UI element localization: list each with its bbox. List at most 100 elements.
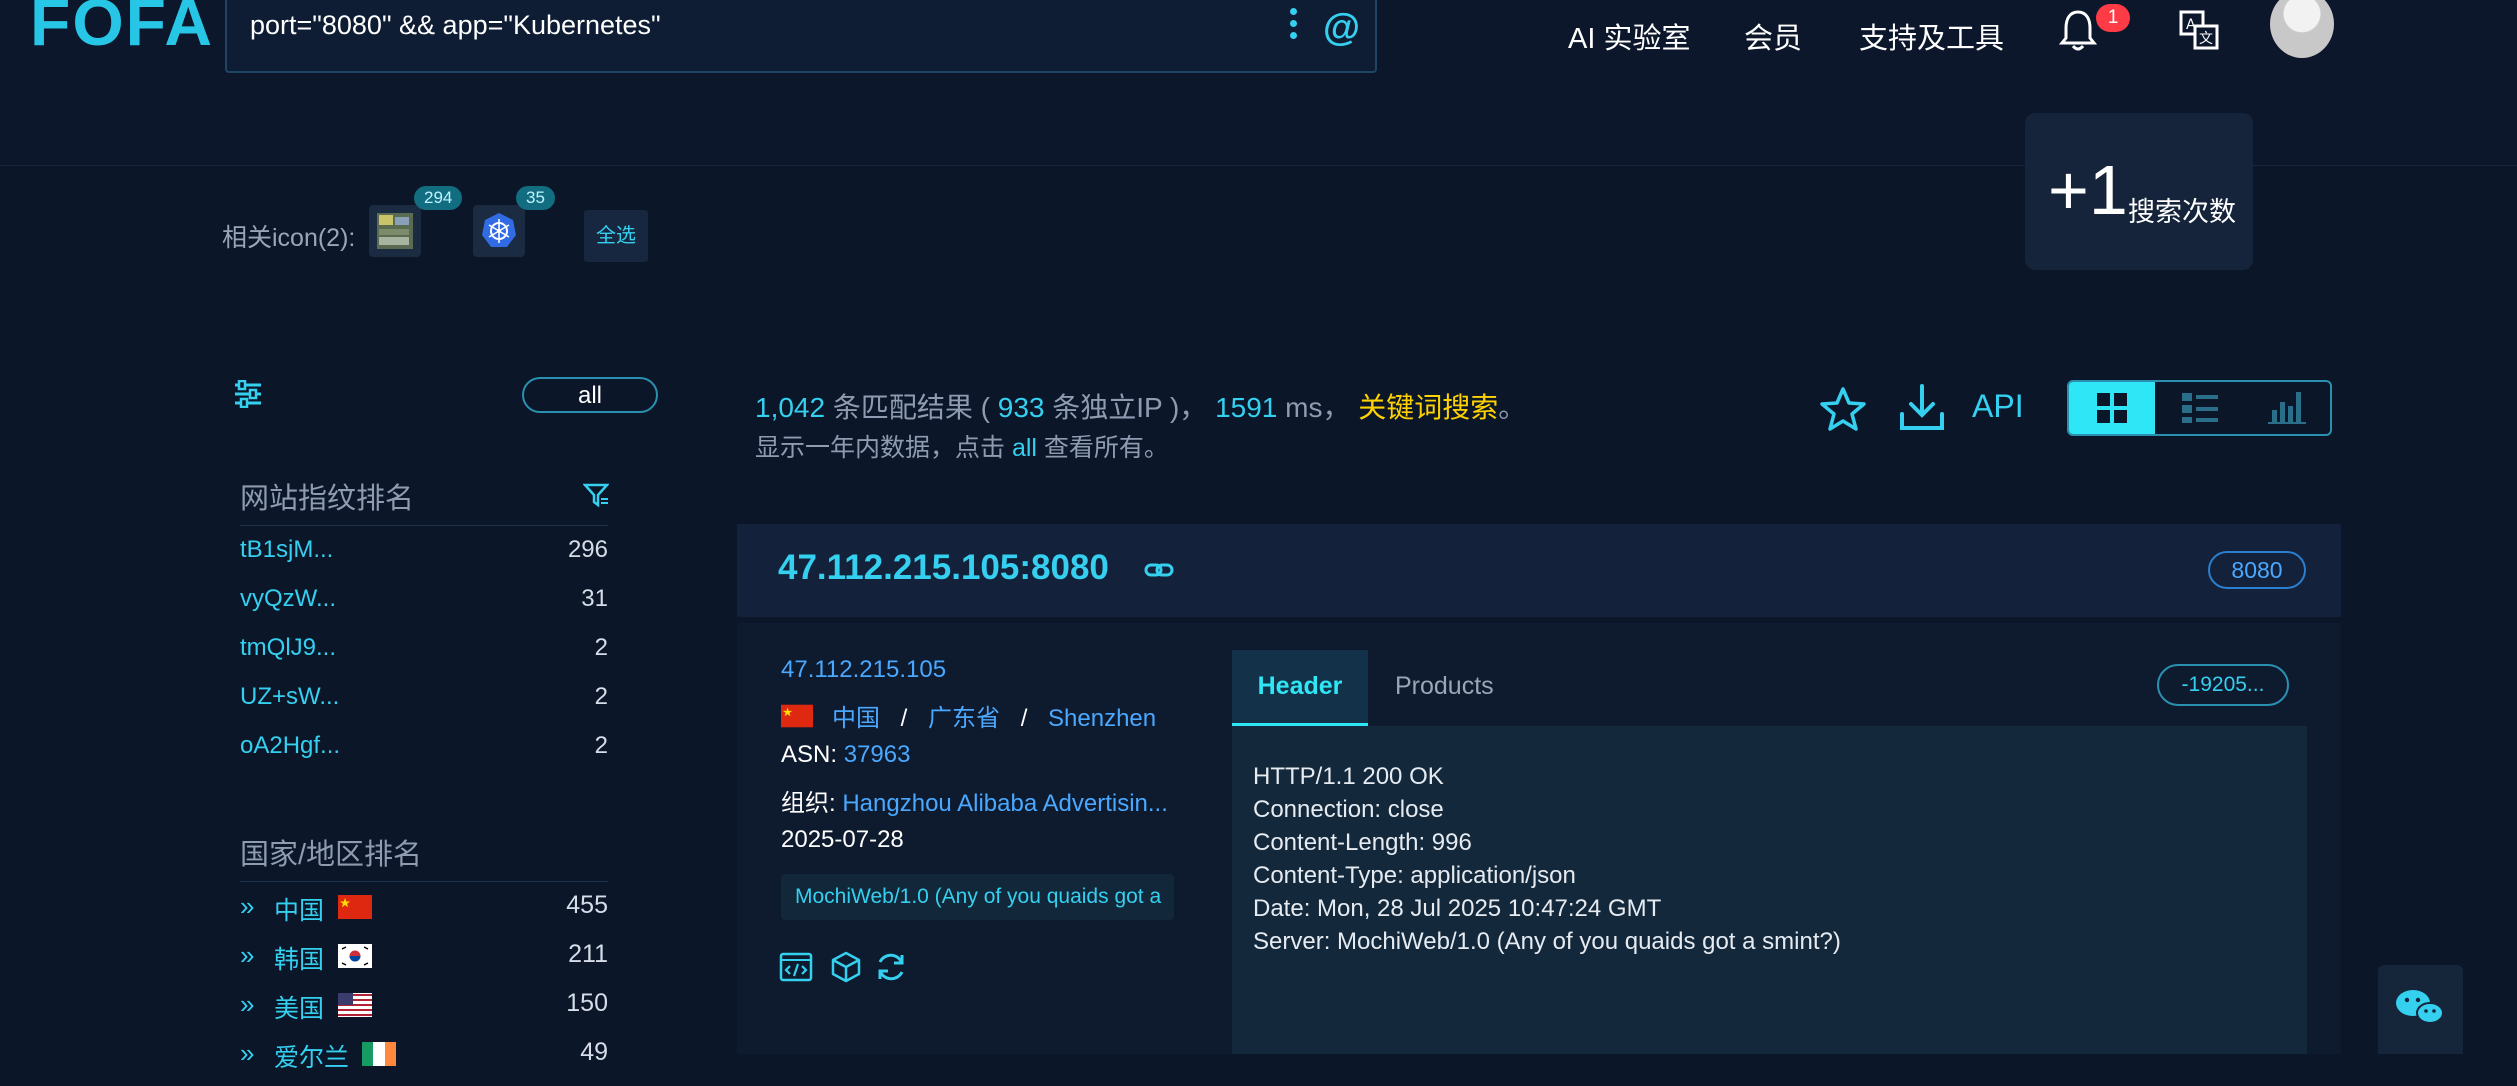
cube-icon[interactable] [829, 950, 863, 984]
header-line: HTTP/1.1 200 OK [1253, 763, 1444, 790]
search-mode-icon[interactable]: @ [1323, 8, 1360, 48]
fingerprint-count: 2 [594, 732, 608, 759]
header-line: Server: MochiWeb/1.0 (Any of you quaids … [1253, 928, 1841, 955]
fingerprint-row[interactable]: UZ+sW... 2 [240, 683, 608, 731]
country-name[interactable]: 中国 [274, 891, 324, 927]
tab-header[interactable]: Header [1232, 650, 1368, 726]
translate-icon[interactable]: A 文 [2179, 10, 2219, 50]
icon-count-badge: 294 [414, 186, 463, 210]
stats-view-icon[interactable] [2268, 388, 2308, 426]
separator: / [900, 705, 908, 732]
korea-flag-icon [338, 944, 372, 968]
port-badge[interactable]: 8080 [2208, 551, 2306, 589]
country-name[interactable]: 韩国 [274, 940, 324, 976]
country-count: 211 [568, 940, 608, 968]
fingerprint-count: 2 [594, 634, 608, 661]
location-line: 中国 / 广东省 / Shenzhen [832, 698, 1156, 733]
ireland-flag-icon [362, 1042, 396, 1066]
query-time: 1591 [1215, 392, 1278, 423]
result-ip-link[interactable]: 47.112.215.105 [781, 656, 946, 684]
data-range-note: 显示一年内数据，点击 all 查看所有。 [755, 428, 1169, 464]
fingerprint-row[interactable]: vyQzW... 31 [240, 585, 608, 633]
svg-text:文: 文 [2199, 31, 2213, 47]
fingerprint-name[interactable]: tB1sjM... [240, 536, 333, 564]
show-all-link[interactable]: all [1012, 434, 1037, 462]
country-row[interactable]: » 爱尔兰 49 [240, 1038, 608, 1086]
favicon-thumbnail-1[interactable] [369, 205, 421, 257]
country-link[interactable]: 中国 [832, 705, 880, 732]
code-icon[interactable] [779, 950, 813, 984]
grid-view-button[interactable] [2069, 382, 2155, 434]
server-tag[interactable]: MochiWeb/1.0 (Any of you quaids got a [781, 874, 1174, 920]
usa-flag-icon [338, 993, 372, 1017]
country-name[interactable]: 美国 [274, 989, 324, 1025]
fingerprint-row[interactable]: tmQlJ9... 2 [240, 634, 608, 682]
download-icon[interactable] [1898, 382, 1946, 434]
more-options-icon[interactable] [1290, 8, 1298, 44]
wechat-button[interactable] [2378, 965, 2463, 1054]
header-line: Date: Mon, 28 Jul 2025 10:47:24 GMT [1253, 895, 1662, 922]
asn-link[interactable]: 37963 [844, 741, 911, 768]
country-row[interactable]: » 韩国 211 [240, 940, 608, 988]
expand-chevron-icon[interactable]: » [240, 989, 254, 1020]
fingerprint-name[interactable]: UZ+sW... [240, 683, 339, 711]
refresh-icon[interactable] [874, 950, 908, 984]
country-count: 49 [580, 1038, 608, 1066]
keyword-search-link[interactable]: 关键词搜索 [1358, 392, 1498, 423]
tab-products[interactable]: Products [1395, 650, 1494, 722]
kubernetes-icon [482, 213, 516, 247]
svg-text:A: A [2186, 17, 2196, 33]
header-line: Connection: close [1253, 796, 1444, 823]
search-count-label: 搜索次数 [2128, 197, 2236, 227]
grid-view-icon [2097, 393, 2127, 423]
result-host-link[interactable]: 47.112.215.105:8080 [778, 548, 1109, 588]
link-icon[interactable] [1143, 558, 1175, 582]
icon-count-badge: 35 [516, 186, 555, 210]
summary-text: 。 [1498, 392, 1527, 423]
asn-line: ASN: 37963 [781, 741, 910, 769]
icon-hash-badge[interactable]: -19205... [2157, 664, 2289, 706]
fingerprint-name[interactable]: tmQlJ9... [240, 634, 336, 662]
funnel-filter-icon[interactable] [583, 482, 609, 508]
bell-icon[interactable] [2058, 8, 2098, 52]
notification-badge: 1 [2096, 4, 2130, 32]
star-icon[interactable] [1818, 385, 1868, 435]
china-flag-icon [781, 704, 813, 728]
fingerprint-name[interactable]: oA2Hgf... [240, 732, 340, 760]
org-link[interactable]: Hangzhou Alibaba Advertisin... [842, 790, 1168, 817]
fingerprint-rank-title: 网站指纹排名 [240, 483, 415, 515]
list-view-icon[interactable] [2180, 390, 2220, 426]
nav-ai-lab[interactable]: AI 实验室 [1568, 15, 1690, 57]
nav-tools[interactable]: 支持及工具 [1859, 15, 2004, 57]
province-link[interactable]: 广东省 [928, 705, 1000, 732]
search-input[interactable]: port="8080" && app="Kubernetes" [250, 10, 661, 41]
unique-ip-count: 933 [997, 392, 1045, 423]
city-link[interactable]: Shenzhen [1048, 705, 1156, 732]
china-flag-icon [338, 895, 372, 919]
api-link[interactable]: API [1972, 388, 2024, 425]
fofa-logo[interactable]: FOFA [30, 0, 214, 62]
wechat-icon [2396, 990, 2444, 1024]
nav-membership[interactable]: 会员 [1744, 15, 1802, 57]
favicon-thumbnail-2[interactable] [473, 205, 525, 257]
fingerprint-count: 296 [567, 536, 608, 563]
section-divider [240, 881, 608, 882]
header-line: Content-Length: 996 [1253, 829, 1472, 856]
fingerprint-row[interactable]: oA2Hgf... 2 [240, 732, 608, 780]
total-results: 1,042 [755, 392, 826, 423]
filter-settings-icon[interactable] [233, 380, 263, 408]
country-name[interactable]: 爱尔兰 [274, 1038, 349, 1074]
expand-chevron-icon[interactable]: » [240, 940, 254, 971]
org-line: 组织: Hangzhou Alibaba Advertisin... [781, 783, 1168, 818]
country-row[interactable]: » 美国 150 [240, 989, 608, 1037]
country-count: 150 [566, 989, 608, 1017]
fingerprint-row[interactable]: tB1sjM... 296 [240, 536, 608, 584]
result-date: 2025-07-28 [781, 826, 904, 853]
fingerprint-name[interactable]: vyQzW... [240, 585, 336, 613]
all-toggle-button[interactable]: all [522, 377, 658, 413]
country-row[interactable]: » 中国 455 [240, 891, 608, 939]
expand-chevron-icon[interactable]: » [240, 891, 254, 922]
country-rank-title: 国家/地区排名 [240, 839, 423, 871]
select-all-button[interactable]: 全选 [584, 210, 648, 262]
org-label: 组织: [781, 790, 843, 817]
